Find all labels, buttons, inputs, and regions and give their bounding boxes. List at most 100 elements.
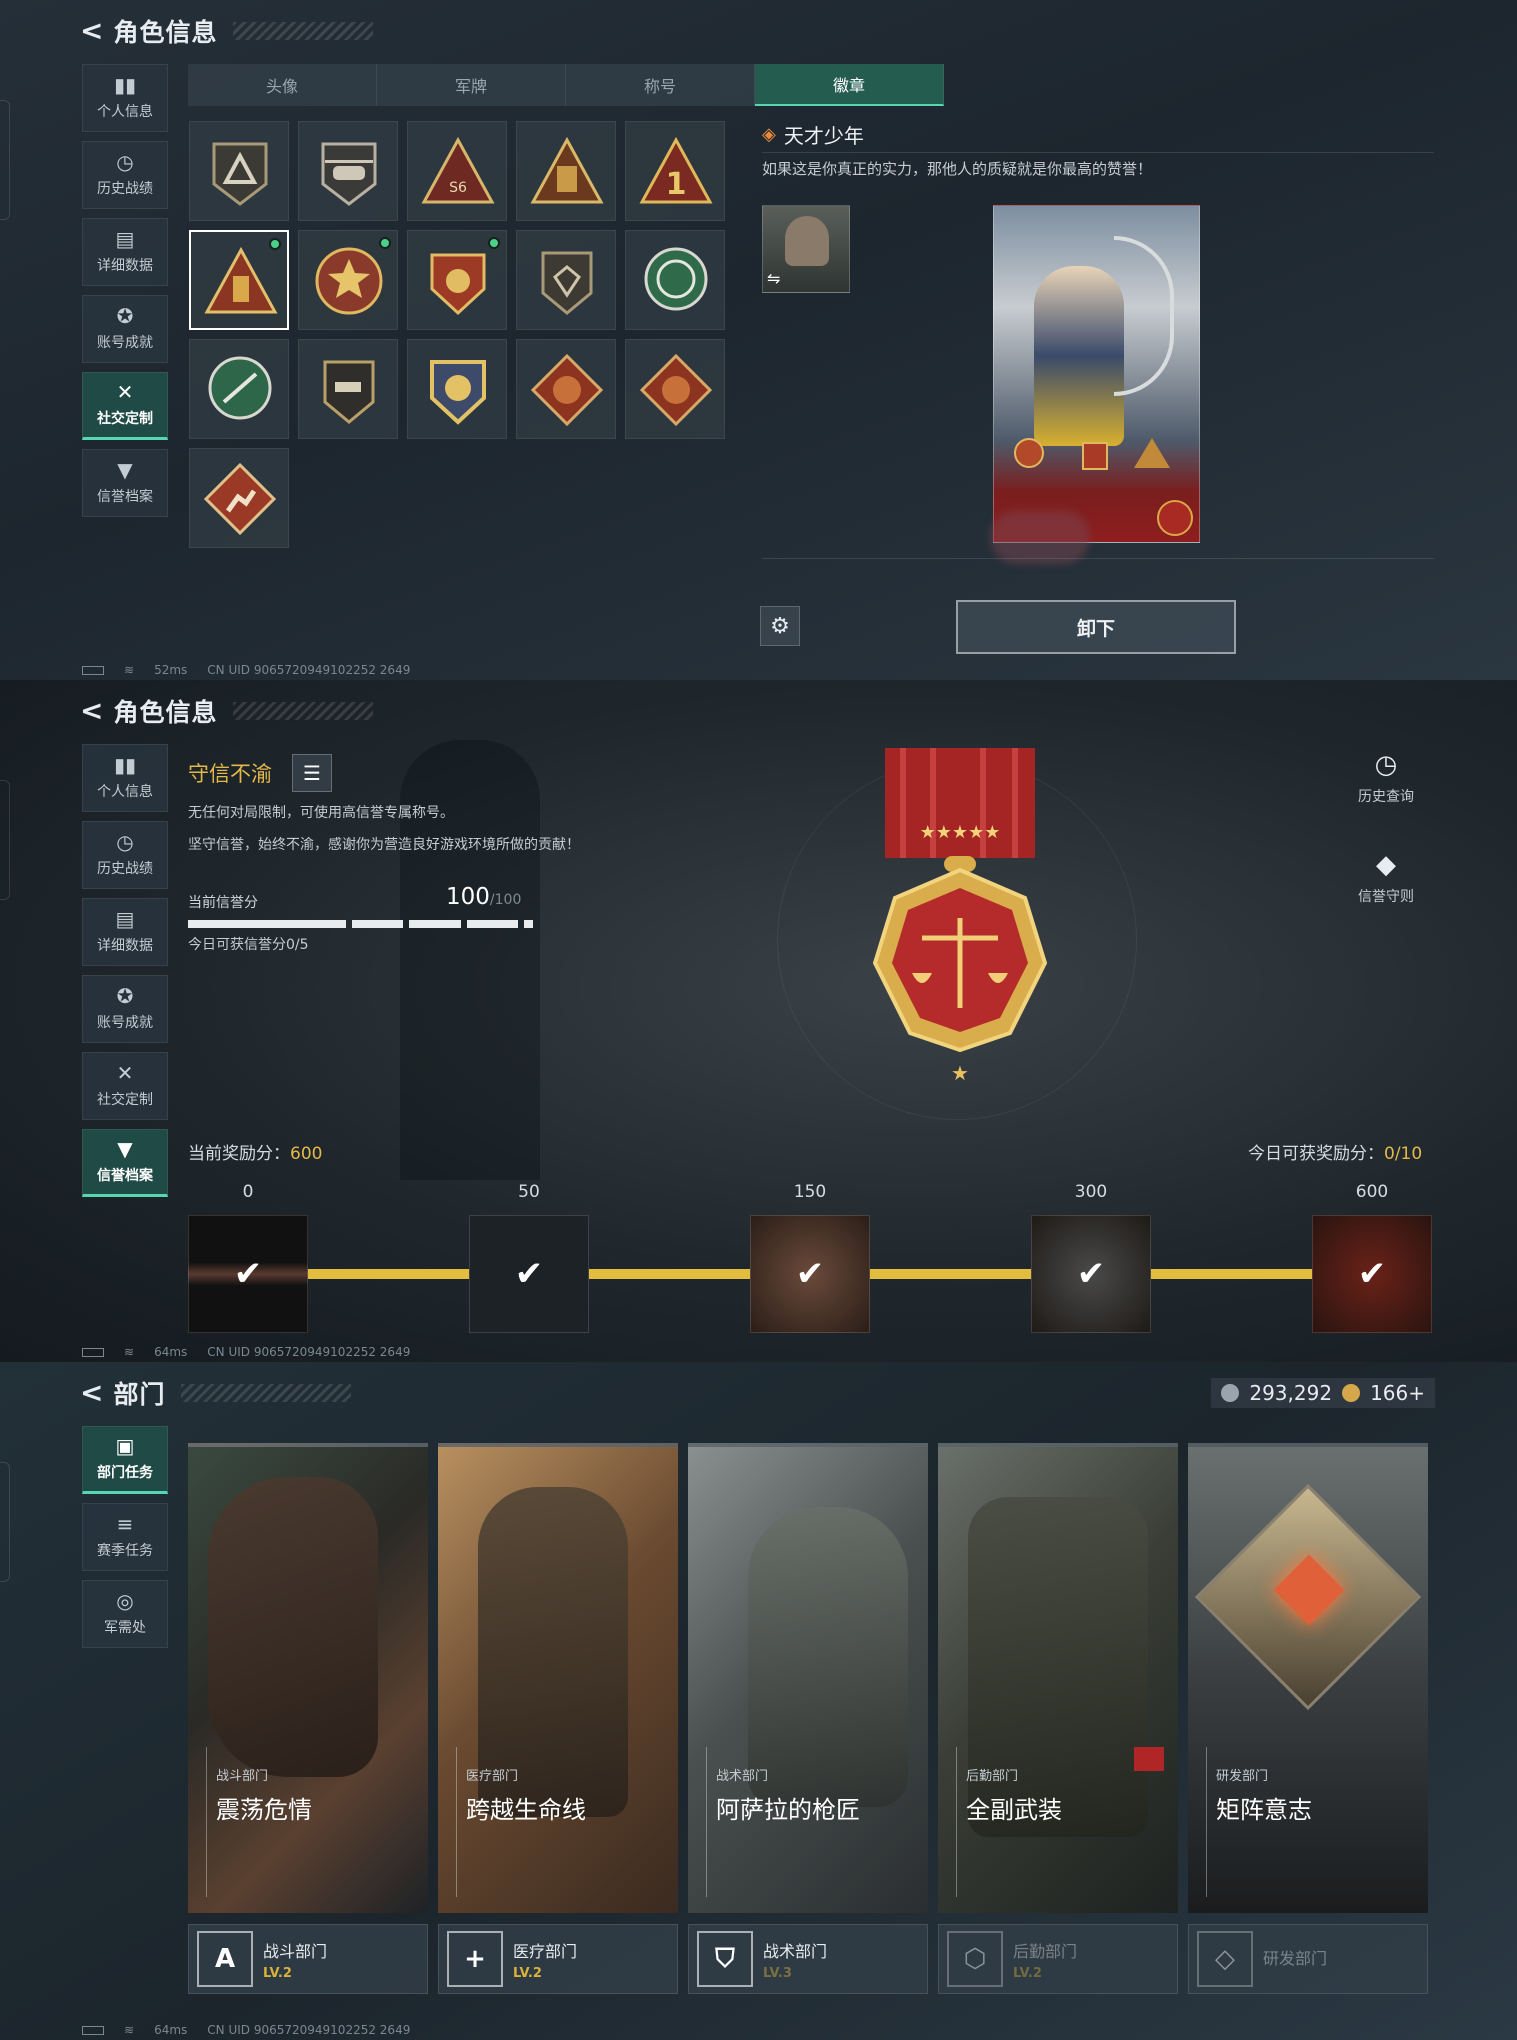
sidebar-item-reputation[interactable]: ▼ 信誉档案 bbox=[82, 449, 168, 517]
check-icon: ✔ bbox=[514, 1254, 544, 1294]
badge-cell[interactable] bbox=[625, 230, 725, 330]
character-portrait-thumbnail[interactable]: ⇋ bbox=[762, 205, 850, 293]
badge-cell[interactable] bbox=[189, 448, 289, 548]
sidebar-item-history[interactable]: ◷ 历史战绩 bbox=[82, 821, 168, 889]
department-combat[interactable]: A 战斗部门 LV.2 bbox=[188, 1924, 428, 1994]
department-medical[interactable]: + 医疗部门 LV.2 bbox=[438, 1924, 678, 1994]
daily-score-text: 今日可获信誉分0/5 bbox=[188, 937, 309, 953]
reward-box[interactable]: ✔ bbox=[750, 1215, 870, 1333]
sidebar-item-profile[interactable]: ▮▮ 个人信息 bbox=[82, 64, 168, 132]
tab-title[interactable]: 称号 bbox=[566, 64, 755, 106]
coins-icon: ◎ bbox=[116, 1589, 134, 1613]
currency-2[interactable]: 166+ bbox=[1370, 1381, 1425, 1405]
badge-cell[interactable] bbox=[516, 230, 616, 330]
mission-card-research[interactable]: 研发部门 矩阵意志 bbox=[1188, 1443, 1428, 1913]
badge-cell[interactable] bbox=[407, 230, 507, 330]
department-logistics[interactable]: ⬡ 后勤部门 LV.2 bbox=[938, 1924, 1178, 1994]
badge-cell[interactable] bbox=[298, 121, 398, 221]
header-stripe bbox=[233, 22, 374, 40]
equipped-badge-1-icon bbox=[1014, 438, 1044, 468]
sidebar: ▮▮ 个人信息 ◷ 历史战绩 ▤ 详细数据 ✪ 账号成就 ✕ 社交定制 ▼ 信誉档案 bbox=[82, 744, 168, 1206]
back-arrow-icon[interactable]: < bbox=[80, 17, 103, 45]
badge-cell[interactable] bbox=[625, 339, 725, 439]
wifi-icon: ≋ bbox=[124, 663, 135, 677]
mission-card-tactical[interactable]: 战术部门 阿萨拉的枪匠 bbox=[688, 1443, 928, 1913]
badge-cell[interactable] bbox=[298, 230, 398, 330]
sidebar-item-profile[interactable]: ▮▮ 个人信息 bbox=[82, 744, 168, 812]
svg-text:★: ★ bbox=[951, 1061, 969, 1085]
reward-box[interactable]: ✔ bbox=[1031, 1215, 1151, 1333]
progress-segment bbox=[409, 920, 461, 928]
sidebar-item-achievements[interactable]: ✪ 账号成就 bbox=[82, 295, 168, 363]
badge-cell[interactable]: 1 bbox=[625, 121, 725, 221]
dragon-diamond-badge-icon bbox=[530, 353, 604, 427]
header-stripe bbox=[181, 1384, 352, 1402]
sidebar-item-social[interactable]: ✕ 社交定制 bbox=[82, 1052, 168, 1120]
combat-dept-icon: A bbox=[197, 1931, 253, 1987]
history-query-button[interactable]: ◷ 历史查询 bbox=[1346, 750, 1426, 806]
badge-cell[interactable] bbox=[516, 121, 616, 221]
currency-1: 293,292 bbox=[1249, 1381, 1333, 1405]
character-info-badges-panel: < 角色信息 ▮▮ 个人信息 ◷ 历史战绩 ▤ 详细数据 ✪ 账号成就 ✕ 社交定制 ▼ 信… bbox=[0, 0, 1517, 680]
tab-bar: 头像 军牌 称号 徽章 bbox=[188, 64, 944, 106]
check-icon: ✔ bbox=[1076, 1254, 1106, 1294]
clock-icon: ◷ bbox=[116, 150, 134, 174]
genius-triangle-badge-icon bbox=[204, 246, 278, 314]
stack-icon: ≡ bbox=[116, 1512, 134, 1536]
progress-segment bbox=[524, 920, 533, 928]
mission-card-medical[interactable]: 医疗部门 跨越生命线 bbox=[438, 1443, 678, 1913]
sidebar-label: 社交定制 bbox=[97, 1092, 153, 1108]
sidebar-item-social[interactable]: ✕ 社交定制 bbox=[82, 372, 168, 440]
divider bbox=[762, 152, 1434, 153]
list-icon[interactable]: ☰ bbox=[292, 754, 332, 792]
back-arrow-icon[interactable]: < bbox=[80, 1379, 103, 1407]
sidebar-item-reputation[interactable]: ▼ 信誉档案 bbox=[82, 1129, 168, 1197]
milestone-label: 0 bbox=[242, 1182, 254, 1202]
sidebar-item-department-tasks[interactable]: ▣ 部门任务 bbox=[82, 1426, 168, 1494]
badge-cell-selected[interactable] bbox=[189, 230, 289, 330]
sidebar-item-achievements[interactable]: ✪ 账号成就 bbox=[82, 975, 168, 1043]
reputation-rules-button[interactable]: ◆ 信誉守则 bbox=[1346, 850, 1426, 906]
unequip-button[interactable]: 卸下 bbox=[956, 600, 1236, 654]
department-tactical[interactable]: ⛉ 战术部门 LV.3 bbox=[688, 1924, 928, 1994]
card-sub: 研发部门 bbox=[1216, 1769, 1269, 1784]
bow-icon bbox=[1114, 236, 1174, 396]
tab-dogtag[interactable]: 军牌 bbox=[377, 64, 566, 106]
mission-card-combat[interactable]: 战斗部门 震荡危情 bbox=[188, 1443, 428, 1913]
badge-cell[interactable] bbox=[298, 339, 398, 439]
character-info-reputation-panel: < 角色信息 ▮▮ 个人信息 ◷ 历史战绩 ▤ 详细数据 ✪ 账号成就 ✕ 社交定制 ▼ 信… bbox=[0, 680, 1517, 1362]
status-bar: ≋ 64ms CN UID 9065720949102252 2649 bbox=[82, 1342, 410, 1362]
back-arrow-icon[interactable]: < bbox=[80, 697, 103, 725]
badge-cell[interactable]: S6 bbox=[407, 121, 507, 221]
sidebar-item-history[interactable]: ◷ 历史战绩 bbox=[82, 141, 168, 209]
department-research[interactable]: ◇ 研发部门 bbox=[1188, 1924, 1428, 1994]
sidebar-item-season-tasks[interactable]: ≡ 赛季任务 bbox=[82, 1503, 168, 1571]
badge-cell[interactable] bbox=[407, 339, 507, 439]
dragon-diamond-badge-icon bbox=[639, 353, 713, 427]
check-icon: ✔ bbox=[795, 1254, 825, 1294]
reward-box[interactable]: ✔ bbox=[469, 1215, 589, 1333]
reward-box[interactable]: ✔ bbox=[188, 1215, 308, 1333]
left-edge-handle bbox=[0, 100, 10, 220]
page-header: < 角色信息 bbox=[80, 12, 374, 50]
swap-icon: ⇋ bbox=[767, 269, 781, 288]
settings-gear-icon[interactable]: ⚙ bbox=[760, 606, 800, 646]
tab-badge[interactable]: 徽章 bbox=[755, 64, 944, 106]
left-edge-handle bbox=[0, 780, 10, 900]
diamond-icon: ◈ bbox=[762, 124, 776, 145]
card-caption: 战斗部门 震荡危情 bbox=[216, 1765, 312, 1825]
clock-icon: ◷ bbox=[116, 830, 134, 854]
mission-card-logistics[interactable]: 后勤部门 全副武装 bbox=[938, 1443, 1178, 1913]
badge-cell[interactable] bbox=[189, 121, 289, 221]
badge-cell[interactable] bbox=[516, 339, 616, 439]
battery-icon bbox=[82, 2025, 104, 2035]
sidebar-item-details[interactable]: ▤ 详细数据 bbox=[82, 218, 168, 286]
progress-segment bbox=[352, 920, 404, 928]
helicopter-badge-icon bbox=[321, 142, 377, 206]
sidebar-item-quartermaster[interactable]: ◎ 军需处 bbox=[82, 1580, 168, 1648]
badge-cell[interactable] bbox=[189, 339, 289, 439]
tools-icon: ✕ bbox=[116, 1061, 134, 1085]
reward-box[interactable]: ✔ bbox=[1312, 1215, 1432, 1333]
sidebar-item-details[interactable]: ▤ 详细数据 bbox=[82, 898, 168, 966]
tab-avatar[interactable]: 头像 bbox=[188, 64, 377, 106]
